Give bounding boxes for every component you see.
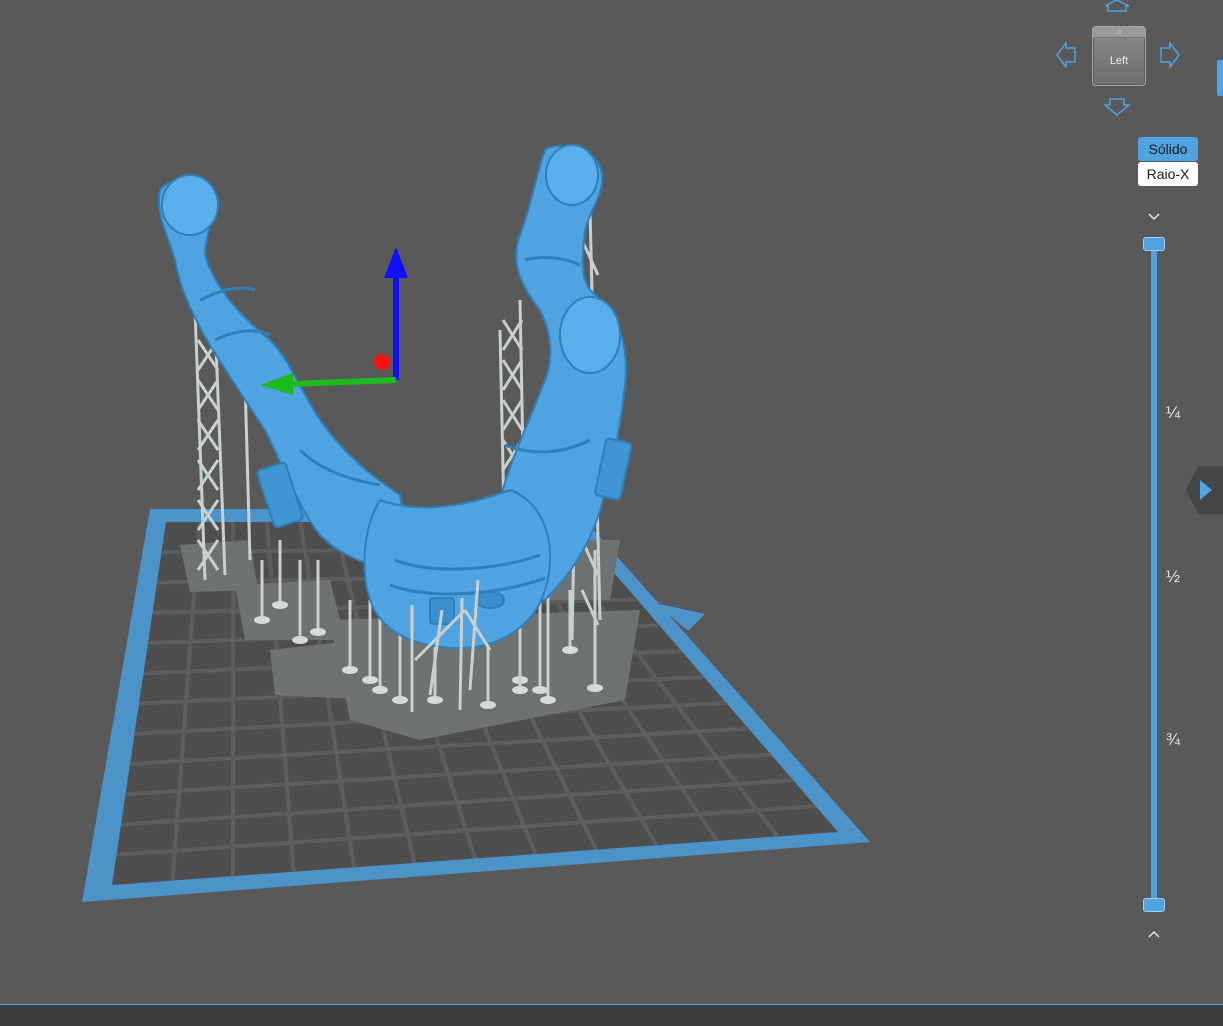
chevron-up-icon[interactable] <box>1144 926 1164 942</box>
support-foot <box>540 696 556 704</box>
layer-slider-lower-handle[interactable] <box>1143 898 1165 912</box>
support-foot <box>254 616 270 624</box>
slider-tick-half: ½ <box>1165 567 1181 586</box>
support-foot <box>480 701 496 709</box>
gizmo-y-axis[interactable] <box>289 377 397 387</box>
slider-tick-three-quarter: ¾ <box>1165 730 1181 749</box>
support-foot <box>272 601 288 609</box>
gizmo-x-handle[interactable] <box>374 354 390 370</box>
support-foot <box>587 684 603 692</box>
3d-viewport[interactable]: ⌂ Left Sólido Raio-X ¼ ½ ¾ <box>0 0 1223 1004</box>
layer-slider-upper-handle[interactable] <box>1143 237 1165 251</box>
support-foot <box>342 666 358 674</box>
support-foot <box>562 646 578 654</box>
xray-mode-button[interactable]: Raio-X <box>1138 162 1198 186</box>
support-foot <box>372 686 388 694</box>
view-cube-top-face[interactable]: ⌂ <box>1093 27 1145 38</box>
support-foot <box>292 636 308 644</box>
scene-render[interactable] <box>0 0 1223 1004</box>
support-foot <box>392 696 408 704</box>
status-bar <box>0 1004 1223 1026</box>
support-foot <box>532 686 548 694</box>
view-cube-face-label: Left <box>1109 55 1129 67</box>
support-foot <box>427 696 443 704</box>
gizmo-z-arrowhead[interactable] <box>384 247 408 278</box>
support-foot <box>362 676 378 684</box>
slicer-window: ⌂ Left Sólido Raio-X ¼ ½ ¾ <box>0 0 1223 1026</box>
support-foot <box>310 628 326 636</box>
view-cube[interactable]: ⌂ Left <box>1092 26 1146 86</box>
arrow-down-icon[interactable] <box>1104 98 1130 116</box>
arrow-left-icon[interactable] <box>1056 42 1076 68</box>
layer-slider-track[interactable] <box>1151 244 1157 908</box>
arrow-right-icon[interactable] <box>1160 42 1180 68</box>
support-foot <box>512 686 528 694</box>
solid-mode-button[interactable]: Sólido <box>1138 137 1198 161</box>
chevron-down-icon[interactable] <box>1144 208 1164 224</box>
arrow-up-icon[interactable] <box>1104 0 1130 12</box>
play-right-icon[interactable] <box>1186 466 1223 514</box>
slider-tick-quarter: ¼ <box>1165 403 1181 422</box>
side-panel-edge <box>1217 60 1223 96</box>
